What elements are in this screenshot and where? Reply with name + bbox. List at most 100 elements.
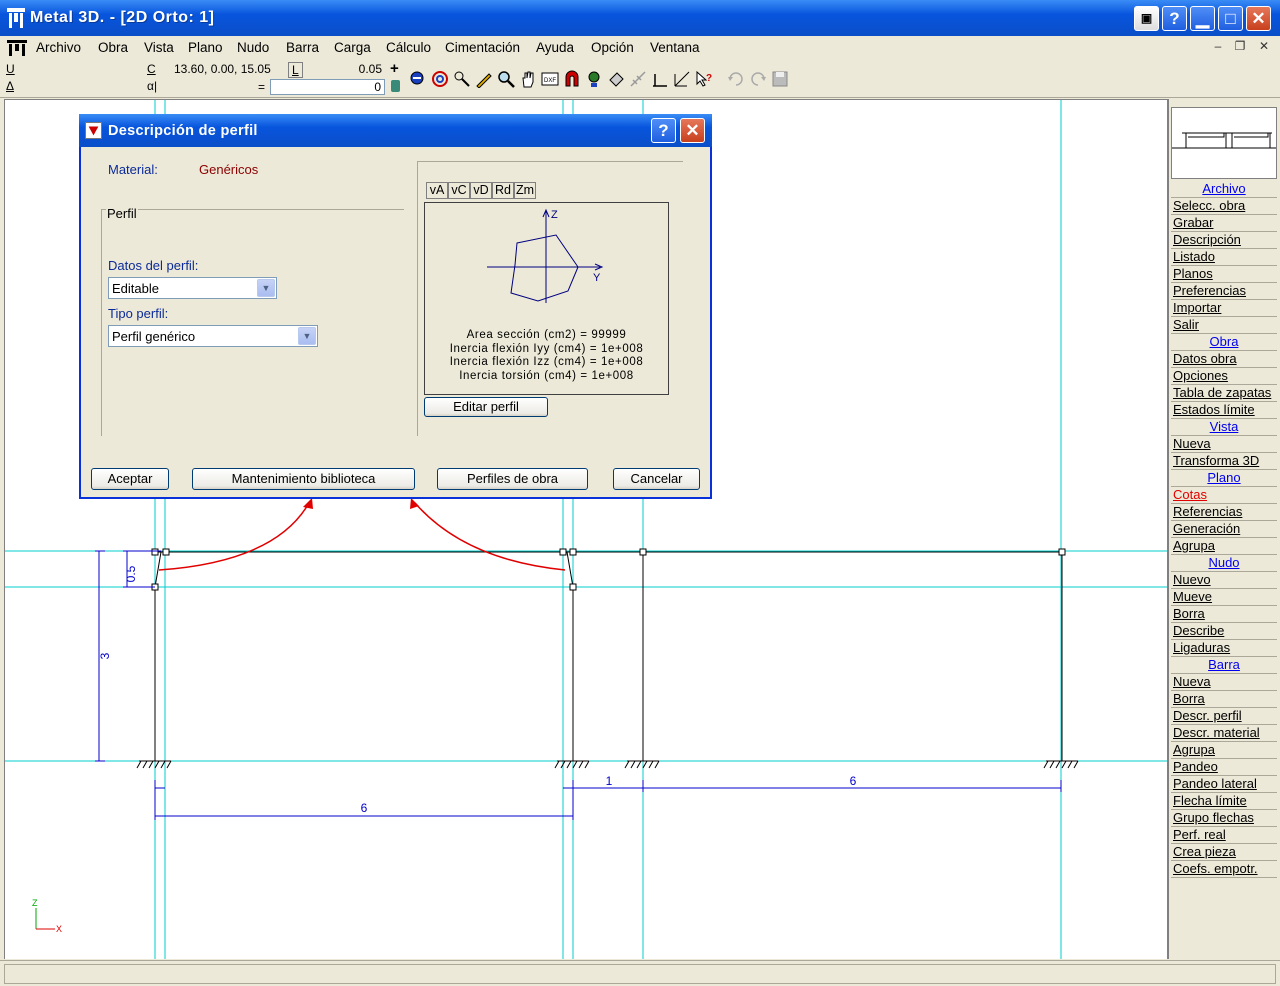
side-item[interactable]: Agrupa (1171, 742, 1277, 759)
measure-icon[interactable] (629, 70, 647, 88)
globe-icon[interactable] (585, 70, 603, 88)
slider-value[interactable]: 0 (270, 79, 385, 95)
side-item[interactable]: Crea pieza (1171, 844, 1277, 861)
menu-obra[interactable]: Obra (98, 40, 128, 55)
side-section-1[interactable]: Obra (1171, 334, 1277, 351)
chevron-down-icon[interactable]: ▼ (298, 327, 316, 345)
save-icon[interactable] (771, 70, 789, 88)
menu-opcion[interactable]: Opción (591, 40, 634, 55)
side-item[interactable]: Cotas (1171, 487, 1277, 504)
l-value[interactable]: 0.05 (305, 62, 385, 78)
side-item[interactable]: Planos (1171, 266, 1277, 283)
mdi-minimize-icon[interactable]: – (1208, 39, 1228, 57)
side-item[interactable]: Grabar (1171, 215, 1277, 232)
app-menu-icon[interactable] (6, 39, 28, 57)
accept-button[interactable]: Aceptar (91, 468, 169, 490)
side-section-2[interactable]: Vista (1171, 419, 1277, 436)
profile-data-select[interactable]: Editable ▼ (108, 277, 277, 299)
side-item[interactable]: Generación (1171, 521, 1277, 538)
search-icon[interactable] (497, 70, 515, 88)
side-item[interactable]: Selecc. obra (1171, 198, 1277, 215)
side-item[interactable]: Importar (1171, 300, 1277, 317)
side-item[interactable]: Listado (1171, 249, 1277, 266)
side-item[interactable]: Nueva (1171, 674, 1277, 691)
alpha-toggle[interactable]: α| (147, 79, 157, 93)
menu-ayuda[interactable]: Ayuda (536, 40, 574, 55)
help-cursor-icon[interactable]: ? (695, 70, 713, 88)
menu-carga[interactable]: Carga (334, 40, 371, 55)
cancel-button[interactable]: Cancelar (613, 468, 700, 490)
side-item[interactable]: Flecha límite (1171, 793, 1277, 810)
l-toggle[interactable]: L (288, 62, 303, 78)
plus-icon[interactable]: + (390, 60, 399, 77)
side-item[interactable]: Ligaduras (1171, 640, 1277, 657)
redo-icon[interactable] (749, 70, 767, 88)
zoom-pan-icon[interactable] (453, 70, 471, 88)
undo-icon[interactable] (727, 70, 745, 88)
tab-vd[interactable]: vD (470, 182, 492, 199)
u-toggle[interactable]: U (6, 62, 15, 76)
side-item[interactable]: Preferencias (1171, 283, 1277, 300)
side-item[interactable]: Referencias (1171, 504, 1277, 521)
maximize-button[interactable]: □ (1218, 6, 1243, 31)
delta-toggle[interactable]: Δ (6, 79, 14, 93)
pencil-icon[interactable] (475, 70, 493, 88)
menu-nudo[interactable]: Nudo (237, 40, 269, 55)
profile-type-select[interactable]: Perfil genérico ▼ (108, 325, 318, 347)
dialog-close-button[interactable]: ✕ (680, 118, 705, 143)
side-item[interactable]: Transforma 3D (1171, 453, 1277, 470)
side-item[interactable]: Coefs. empotr. (1171, 861, 1277, 878)
mdi-close-icon[interactable]: ✕ (1254, 39, 1274, 57)
menu-archivo[interactable]: Archivo (36, 40, 81, 55)
side-item[interactable]: Borra (1171, 606, 1277, 623)
axis-icon[interactable] (673, 70, 691, 88)
side-item[interactable]: Descr. perfil (1171, 708, 1277, 725)
side-item[interactable]: Opciones (1171, 368, 1277, 385)
menu-plano[interactable]: Plano (188, 40, 223, 55)
tab-zm[interactable]: Zm (514, 182, 536, 199)
side-item[interactable]: Describe (1171, 623, 1277, 640)
c-toggle[interactable]: C (147, 62, 156, 76)
side-item[interactable]: Pandeo lateral (1171, 776, 1277, 793)
side-item[interactable]: Grupo flechas (1171, 810, 1277, 827)
mdi-restore-icon[interactable]: ❐ (1230, 39, 1250, 57)
side-item[interactable]: Nuevo (1171, 572, 1277, 589)
side-item[interactable]: Tabla de zapatas (1171, 385, 1277, 402)
side-item[interactable]: Nueva (1171, 436, 1277, 453)
context-help-icon[interactable]: ▣ (1134, 6, 1159, 31)
side-item[interactable]: Salir (1171, 317, 1277, 334)
angle-icon[interactable] (651, 70, 669, 88)
menu-calculo[interactable]: Cálculo (386, 40, 431, 55)
side-section-3[interactable]: Plano (1171, 470, 1277, 487)
side-item[interactable]: Mueve (1171, 589, 1277, 606)
chevron-down-icon[interactable]: ▼ (257, 279, 275, 297)
tab-vc[interactable]: vC (448, 182, 470, 199)
side-section-4[interactable]: Nudo (1171, 555, 1277, 572)
side-item[interactable]: Estados límite (1171, 402, 1277, 419)
zoom-window-icon[interactable] (409, 70, 427, 88)
menu-barra[interactable]: Barra (286, 40, 319, 55)
dxf-icon[interactable]: DXF (541, 70, 559, 88)
menu-ventana[interactable]: Ventana (650, 40, 700, 55)
side-item[interactable]: Pandeo (1171, 759, 1277, 776)
side-item[interactable]: Perf. real (1171, 827, 1277, 844)
dialog-help-button[interactable]: ? (651, 118, 676, 143)
side-item[interactable]: Borra (1171, 691, 1277, 708)
db-icon[interactable] (391, 80, 400, 92)
side-item[interactable]: Datos obra (1171, 351, 1277, 368)
hand-icon[interactable] (519, 70, 537, 88)
help-button[interactable]: ? (1162, 6, 1187, 31)
side-item[interactable]: Descripción (1171, 232, 1277, 249)
tab-rd[interactable]: Rd (492, 182, 514, 199)
close-button[interactable]: ✕ (1246, 6, 1271, 31)
side-item[interactable]: Descr. material (1171, 725, 1277, 742)
menu-vista[interactable]: Vista (144, 40, 174, 55)
eraser-icon[interactable] (607, 70, 625, 88)
side-section-0[interactable]: Archivo (1171, 181, 1277, 198)
preview-thumbnail[interactable] (1171, 107, 1277, 179)
target-icon[interactable] (431, 70, 449, 88)
side-section-5[interactable]: Barra (1171, 657, 1277, 674)
menu-cimentacion[interactable]: Cimentación (445, 40, 520, 55)
magnet-icon[interactable] (563, 70, 581, 88)
work-profiles-button[interactable]: Perfiles de obra (437, 468, 588, 490)
